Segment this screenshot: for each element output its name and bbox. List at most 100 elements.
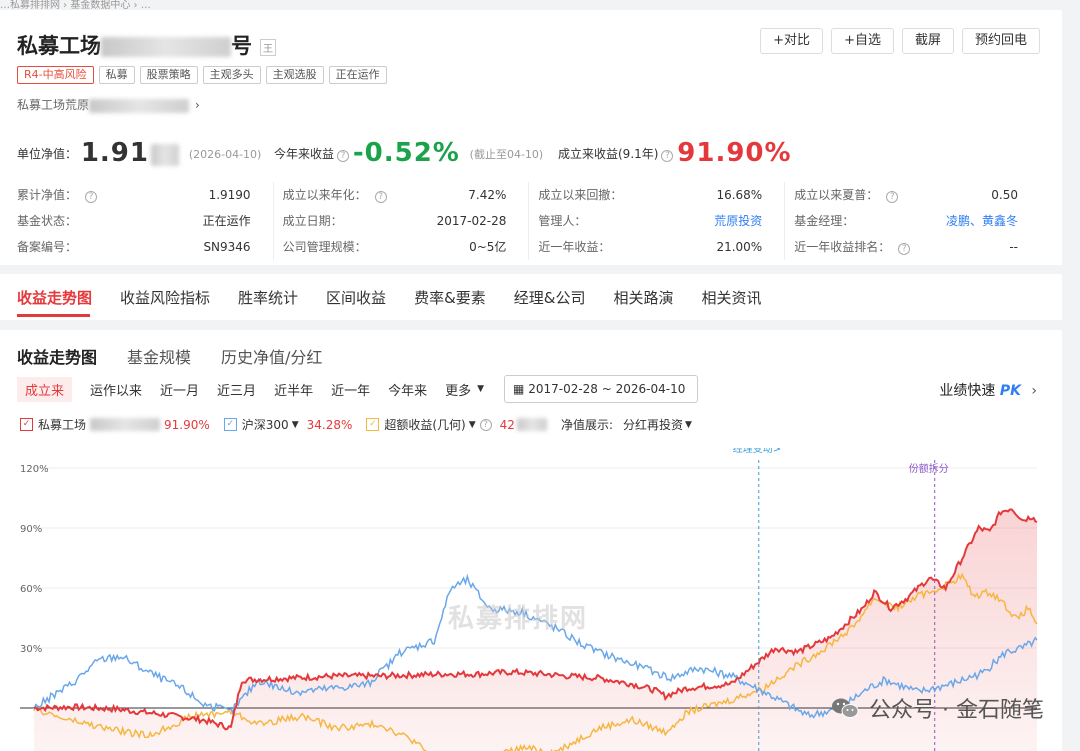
info-cell: 基金经理： 凌鹏、黄鑫冬 <box>784 208 1040 234</box>
nav-value: 1.91 <box>80 138 149 168</box>
screenshot-button[interactable]: 截屏 <box>901 28 954 54</box>
ytd-value: -0.52% <box>352 138 460 168</box>
info-grid: 累计净值：? 1.9190 成立以来年化：? 7.42% 成立以来回撤： 16.68% 成立… <box>17 182 1040 260</box>
help-icon[interactable]: ? <box>886 191 899 203</box>
risk-tag: R4-中高风险 <box>17 66 94 84</box>
pk-label: 业绩快速 <box>939 383 996 399</box>
info-value: 16.68% <box>716 188 763 202</box>
tab-6[interactable]: 相关路演 <box>613 287 673 308</box>
caret-down-icon[interactable]: ▼ <box>685 420 692 430</box>
info-label: 成立以来年化： <box>282 188 367 202</box>
nav-display[interactable]: 净值展示: 分红再投资 ▼ <box>561 416 692 433</box>
info-cell: 成立以来回撤： 16.68% <box>528 182 784 208</box>
legend-index[interactable]: ✓ 沪深300 ▼ 34.28% <box>223 416 352 433</box>
range-option[interactable]: 更多 <box>445 380 471 399</box>
fund-title-suffix: 号 <box>231 34 252 58</box>
range-option[interactable]: 近三月 <box>217 380 256 399</box>
info-label: 公司管理规模： <box>282 240 367 254</box>
y-tick-label: 90% <box>20 524 42 535</box>
help-icon[interactable]: ? <box>374 191 387 203</box>
ytd-note: (截止至04-10) <box>469 148 544 161</box>
legend-fund[interactable]: ✓ 私募工场 91.90% <box>20 416 210 433</box>
fund-tags: R4-中高风险 私募 股票策略 主观多头 主观选股 正在运作 <box>17 66 387 84</box>
info-cell: 近一年收益排名：? -- <box>784 234 1040 260</box>
info-value: 7.42% <box>468 188 507 202</box>
tab-1[interactable]: 收益风险指标 <box>120 287 210 308</box>
info-value: 1.9190 <box>208 188 251 202</box>
help-icon[interactable]: ? <box>898 243 911 255</box>
caret-down-icon[interactable]: ▼ <box>292 420 299 430</box>
tab-2[interactable]: 胜率统计 <box>238 287 298 308</box>
chart-card: 收益走势图 基金规模 历史净值/分红 成立来 运作以来 近一月 近三月 近半年 近一年 今年来更… <box>0 330 1062 751</box>
chart-legend: ✓ 私募工场 91.90% ✓ 沪深300 ▼ 34.28% ✓ 超额收益(几何… <box>20 416 706 433</box>
legend-fund-value: 91.90% <box>164 417 210 432</box>
tab-5[interactable]: 经理&公司 <box>514 287 586 308</box>
tag: 私募 <box>98 66 135 84</box>
tab-7[interactable]: 相关资讯 <box>701 287 761 308</box>
caret-down-icon[interactable]: ▼ <box>477 384 484 394</box>
redacted-block <box>90 418 161 431</box>
chevron-right-icon: › <box>195 98 200 112</box>
info-value-link[interactable]: 凌鹏、黄鑫冬 <box>946 208 1018 234</box>
add-watchlist-button[interactable]: +自选 <box>831 28 894 54</box>
nav-label: 单位净值： <box>17 147 78 161</box>
fund-title-prefix: 私募工场 <box>17 34 101 58</box>
date-range-picker[interactable]: ▦ 2017-02-28 ~ 2026-04-10 <box>504 375 699 403</box>
book-callback-button[interactable]: 预约回电 <box>961 28 1040 54</box>
action-buttons: +对比 +自选 截屏 预约回电 <box>760 28 1040 54</box>
tab-3[interactable]: 区间收益 <box>326 287 386 308</box>
range-option[interactable]: 近一月 <box>160 380 199 399</box>
info-cell: 成立日期： 2017-02-28 <box>272 208 529 234</box>
nav-date: (2026-04-10) <box>188 148 262 161</box>
range-option[interactable]: 近半年 <box>274 380 313 399</box>
checkbox-icon[interactable]: ✓ <box>366 418 380 431</box>
key-metrics: 单位净值： 1.91 (2026-04-10) 今年来收益? -0.52% (截… <box>17 138 1057 178</box>
checkbox-icon[interactable]: ✓ <box>223 418 237 431</box>
caret-down-icon[interactable]: ▼ <box>469 420 476 430</box>
help-icon[interactable]: ? <box>661 150 674 162</box>
help-icon[interactable]: ? <box>337 150 350 162</box>
help-icon[interactable]: ? <box>479 418 492 431</box>
info-cell: 基金状态： 正在运作 <box>17 208 273 234</box>
tag: 主观选股 <box>265 66 324 84</box>
info-value: 0.50 <box>991 188 1019 202</box>
redacted-block <box>516 418 547 431</box>
legend-excess-value: 42 <box>499 417 515 432</box>
compare-button[interactable]: +对比 <box>760 28 824 54</box>
checkbox-icon[interactable]: ✓ <box>20 418 33 431</box>
performance-pk-link[interactable]: 业绩快速 PK › <box>939 380 1037 400</box>
fund-summary-card: 私募工场 号王 +对比 +自选 截屏 预约回电 R4-中高风险 私募 股票策略 主… <box>0 10 1062 265</box>
annotation-label: 份额拆分 <box>909 462 949 475</box>
info-label-wrap: 成立以来夏普：? <box>794 182 899 208</box>
info-cell: 累计净值：? 1.9190 <box>17 182 273 208</box>
redacted-block <box>89 98 190 113</box>
tab-0[interactable]: 收益走势图 <box>17 287 92 308</box>
info-label: 管理人： <box>538 214 587 228</box>
range-option[interactable]: 近一年 <box>331 380 370 399</box>
info-value-link[interactable]: 荒原投资 <box>714 208 762 234</box>
redacted-block <box>101 37 231 57</box>
range-option[interactable]: 成立来 <box>17 376 73 402</box>
info-label: 成立以来夏普： <box>794 188 879 202</box>
tab-4[interactable]: 费率&要素 <box>414 287 486 308</box>
info-label: 基金状态： <box>17 214 78 228</box>
company-link[interactable]: 私募工场荒原 › <box>17 96 200 113</box>
calendar-icon: ▦ <box>513 382 529 396</box>
info-cell: 管理人： 荒原投资 <box>528 208 784 234</box>
chart-subtab-0[interactable]: 收益走势图 <box>17 344 97 368</box>
ytd-label: 今年来收益 <box>274 147 335 161</box>
info-label-wrap: 累计净值：? <box>17 182 98 208</box>
chart-subtab-1[interactable]: 基金规模 <box>127 344 191 368</box>
info-value: 21.00% <box>716 240 763 254</box>
info-cell: 近一年收益： 21.00% <box>528 234 784 260</box>
main-tabs-card: 收益走势图 收益风险指标 胜率统计 区间收益 费率&要素 经理&公司 相关路演 相关资讯 <box>0 274 1062 320</box>
since-inception-metric: 成立来收益(9.1年)? 91.90% <box>558 138 792 168</box>
tag: 主观多头 <box>202 66 261 84</box>
since-value: 91.90% <box>677 138 792 168</box>
info-label: 成立以来回撤： <box>538 188 623 202</box>
range-option[interactable]: 今年来 <box>388 380 427 399</box>
legend-excess[interactable]: ✓ 超额收益(几何) ▼ ? 42 <box>366 416 547 433</box>
range-option[interactable]: 运作以来 <box>90 380 142 399</box>
help-icon[interactable]: ? <box>85 191 98 203</box>
chart-subtab-2[interactable]: 历史净值/分红 <box>221 344 322 368</box>
